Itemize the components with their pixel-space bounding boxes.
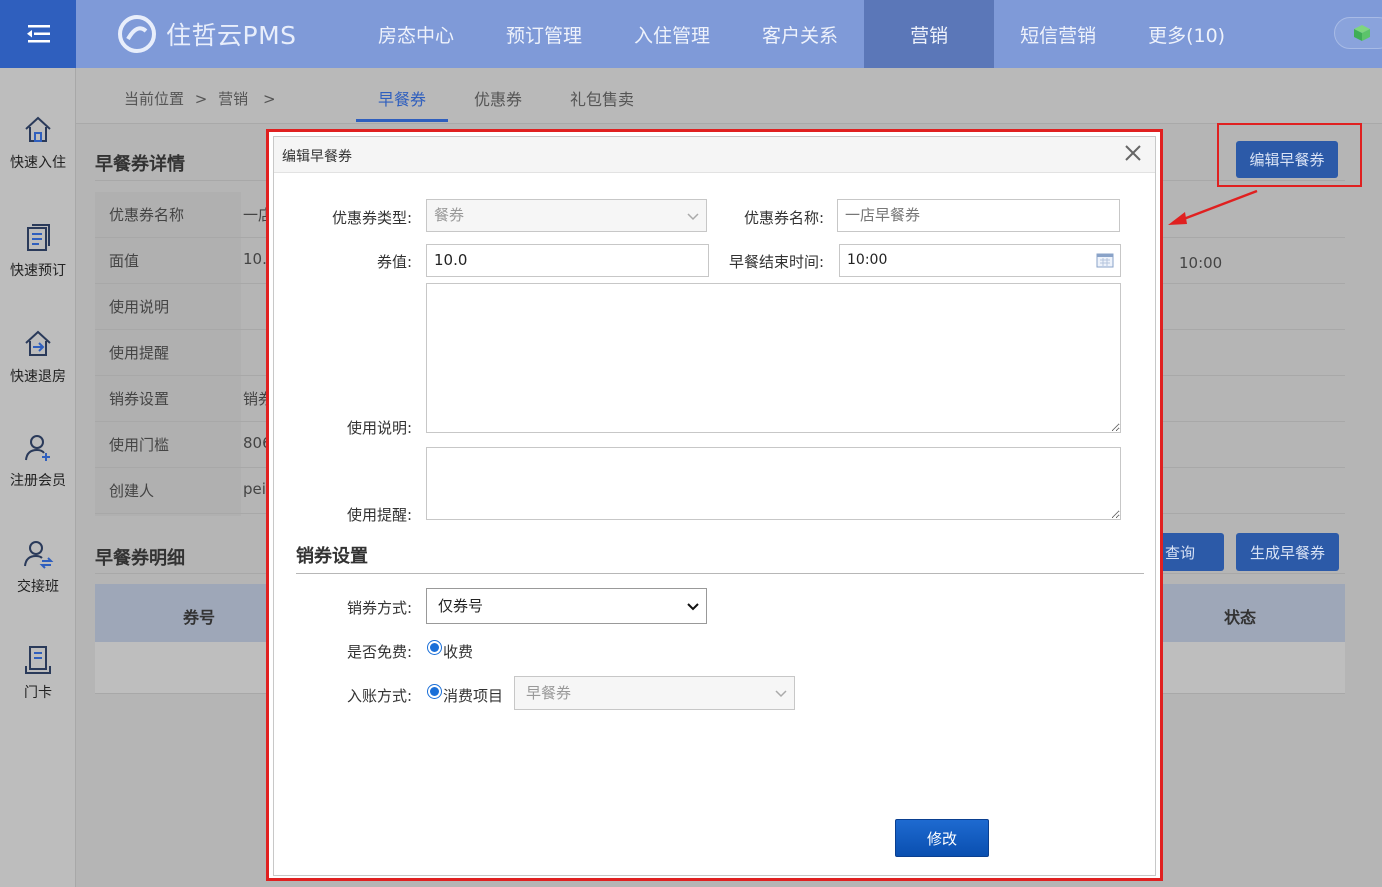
active-tab-indicator bbox=[356, 119, 448, 122]
menu-toggle-button[interactable] bbox=[0, 0, 76, 68]
menu-collapse-icon bbox=[27, 25, 50, 43]
sidebar-item-label: 交接班 bbox=[17, 579, 59, 595]
add-user-icon bbox=[25, 435, 50, 461]
modal-highlight: 编辑早餐券 优惠券类型: 餐券 优惠券名称: 一店早餐券 券值: 10.0 早餐… bbox=[266, 129, 1163, 881]
sales-mode-label: 销券方式: bbox=[346, 599, 412, 617]
dialog-title: 编辑早餐券 bbox=[282, 149, 352, 165]
chevron-down-icon bbox=[687, 213, 699, 221]
column-status: 状态 bbox=[1224, 608, 1257, 627]
sidebar-item-quick-checkin[interactable]: 快速入住 bbox=[0, 114, 76, 172]
app-logo: 住哲云PMS bbox=[118, 14, 297, 54]
edit-breakfast-coupon-button[interactable]: 编辑早餐券 bbox=[1236, 141, 1338, 178]
sidebar-item-quick-booking[interactable]: 快速预订 bbox=[0, 222, 76, 280]
logo-icon bbox=[118, 15, 156, 53]
tab-gift-package[interactable]: 礼包售卖 bbox=[570, 86, 634, 110]
nav-checkin[interactable]: 入住管理 bbox=[608, 0, 736, 68]
nav-marketing[interactable]: 营销 bbox=[864, 0, 995, 68]
end-time-value: 10:00 bbox=[1179, 254, 1223, 272]
coupon-type-label: 优惠券类型: bbox=[331, 209, 412, 227]
list-icon bbox=[27, 224, 50, 251]
chevron-down-icon bbox=[775, 690, 787, 698]
free-label: 是否免费: bbox=[346, 643, 412, 661]
modify-button[interactable]: 修改 bbox=[895, 819, 989, 857]
nav-customers[interactable]: 客户关系 bbox=[736, 0, 864, 68]
nav-reservations[interactable]: 预订管理 bbox=[480, 0, 608, 68]
home-icon bbox=[25, 116, 51, 142]
sidebar-item-door-card[interactable]: 门卡 bbox=[0, 644, 76, 702]
sales-mode-select[interactable]: 仅券号 bbox=[426, 588, 707, 624]
description-label: 使用说明: bbox=[346, 419, 412, 437]
consumption-item-select[interactable]: 早餐券 bbox=[514, 676, 795, 710]
sidebar-item-label: 快速退房 bbox=[10, 369, 66, 385]
list-section-title: 早餐券明细 bbox=[95, 548, 185, 569]
generate-coupon-button[interactable]: 生成早餐券 bbox=[1236, 533, 1339, 571]
sidebar-item-register-member[interactable]: 注册会员 bbox=[0, 432, 76, 490]
sidebar-item-label: 门卡 bbox=[24, 685, 52, 701]
divider bbox=[296, 573, 1144, 574]
reminder-label: 使用提醒: bbox=[346, 506, 412, 524]
consumption-item-radio-label: 消费项目 bbox=[443, 687, 504, 705]
coupon-name-label: 优惠券名称: bbox=[743, 209, 824, 227]
detail-section-title: 早餐券详情 bbox=[95, 154, 185, 175]
tab-coupon[interactable]: 优惠券 bbox=[474, 86, 522, 110]
sub-header: 当前位置 > 营销 > 早餐券 优惠券 礼包售卖 bbox=[76, 68, 1382, 124]
sales-settings-title: 销券设置 bbox=[296, 546, 368, 567]
card-icon bbox=[25, 646, 51, 674]
sidebar-item-label: 快速预订 bbox=[10, 263, 66, 279]
tab-breakfast-coupon[interactable]: 早餐券 bbox=[378, 86, 426, 110]
main-nav: 房态中心 预订管理 入住管理 客户关系 营销 短信营销 更多(10) bbox=[352, 0, 1251, 68]
annotation-arrow-icon bbox=[1168, 189, 1258, 225]
shift-icon bbox=[24, 541, 54, 569]
checkout-icon bbox=[25, 330, 51, 356]
sidebar-item-label: 注册会员 bbox=[10, 473, 66, 489]
chevron-down-icon bbox=[687, 603, 699, 611]
nav-more[interactable]: 更多(10) bbox=[1122, 0, 1251, 68]
edit-coupon-dialog: 编辑早餐券 优惠券类型: 餐券 优惠券名称: 一店早餐券 券值: 10.0 早餐… bbox=[273, 136, 1156, 876]
paid-radio-label: 收费 bbox=[443, 643, 474, 661]
sidebar-item-quick-checkout[interactable]: 快速退房 bbox=[0, 328, 76, 386]
nav-room-status[interactable]: 房态中心 bbox=[352, 0, 480, 68]
quick-actions-sidebar: 快速入住 快速预订 快速退房 注册会员 交接班 门卡 bbox=[0, 68, 76, 887]
reminder-textarea[interactable] bbox=[426, 447, 1121, 520]
coupon-type-select[interactable]: 餐券 bbox=[426, 199, 707, 232]
sidebar-item-label: 快速入住 bbox=[10, 155, 66, 171]
end-time-label: 早餐结束时间: bbox=[728, 253, 824, 271]
dialog-header: 编辑早餐券 bbox=[274, 137, 1155, 173]
account-mode-label: 入账方式: bbox=[346, 687, 412, 705]
top-navbar: 住哲云PMS 房态中心 预订管理 入住管理 客户关系 营销 短信营销 更多(10… bbox=[0, 0, 1382, 68]
app-title: 住哲云PMS bbox=[166, 21, 297, 50]
description-textarea[interactable] bbox=[426, 283, 1121, 433]
amount-label: 券值: bbox=[376, 253, 412, 271]
column-coupon-no: 券号 bbox=[183, 608, 216, 627]
close-icon[interactable] bbox=[1121, 141, 1145, 165]
nav-sms-marketing[interactable]: 短信营销 bbox=[994, 0, 1122, 68]
calendar-icon[interactable] bbox=[1096, 252, 1114, 268]
end-time-input[interactable]: 10:00 bbox=[839, 244, 1121, 277]
app-switch-button[interactable] bbox=[1334, 17, 1382, 49]
sidebar-item-shift-handover[interactable]: 交接班 bbox=[0, 538, 76, 596]
paid-radio[interactable] bbox=[427, 640, 442, 655]
breadcrumb: 当前位置 > 营销 > bbox=[124, 90, 276, 108]
cube-icon bbox=[1354, 25, 1370, 41]
consumption-item-radio[interactable] bbox=[427, 684, 442, 699]
coupon-name-input[interactable]: 一店早餐券 bbox=[837, 199, 1120, 232]
amount-input[interactable]: 10.0 bbox=[426, 244, 709, 277]
